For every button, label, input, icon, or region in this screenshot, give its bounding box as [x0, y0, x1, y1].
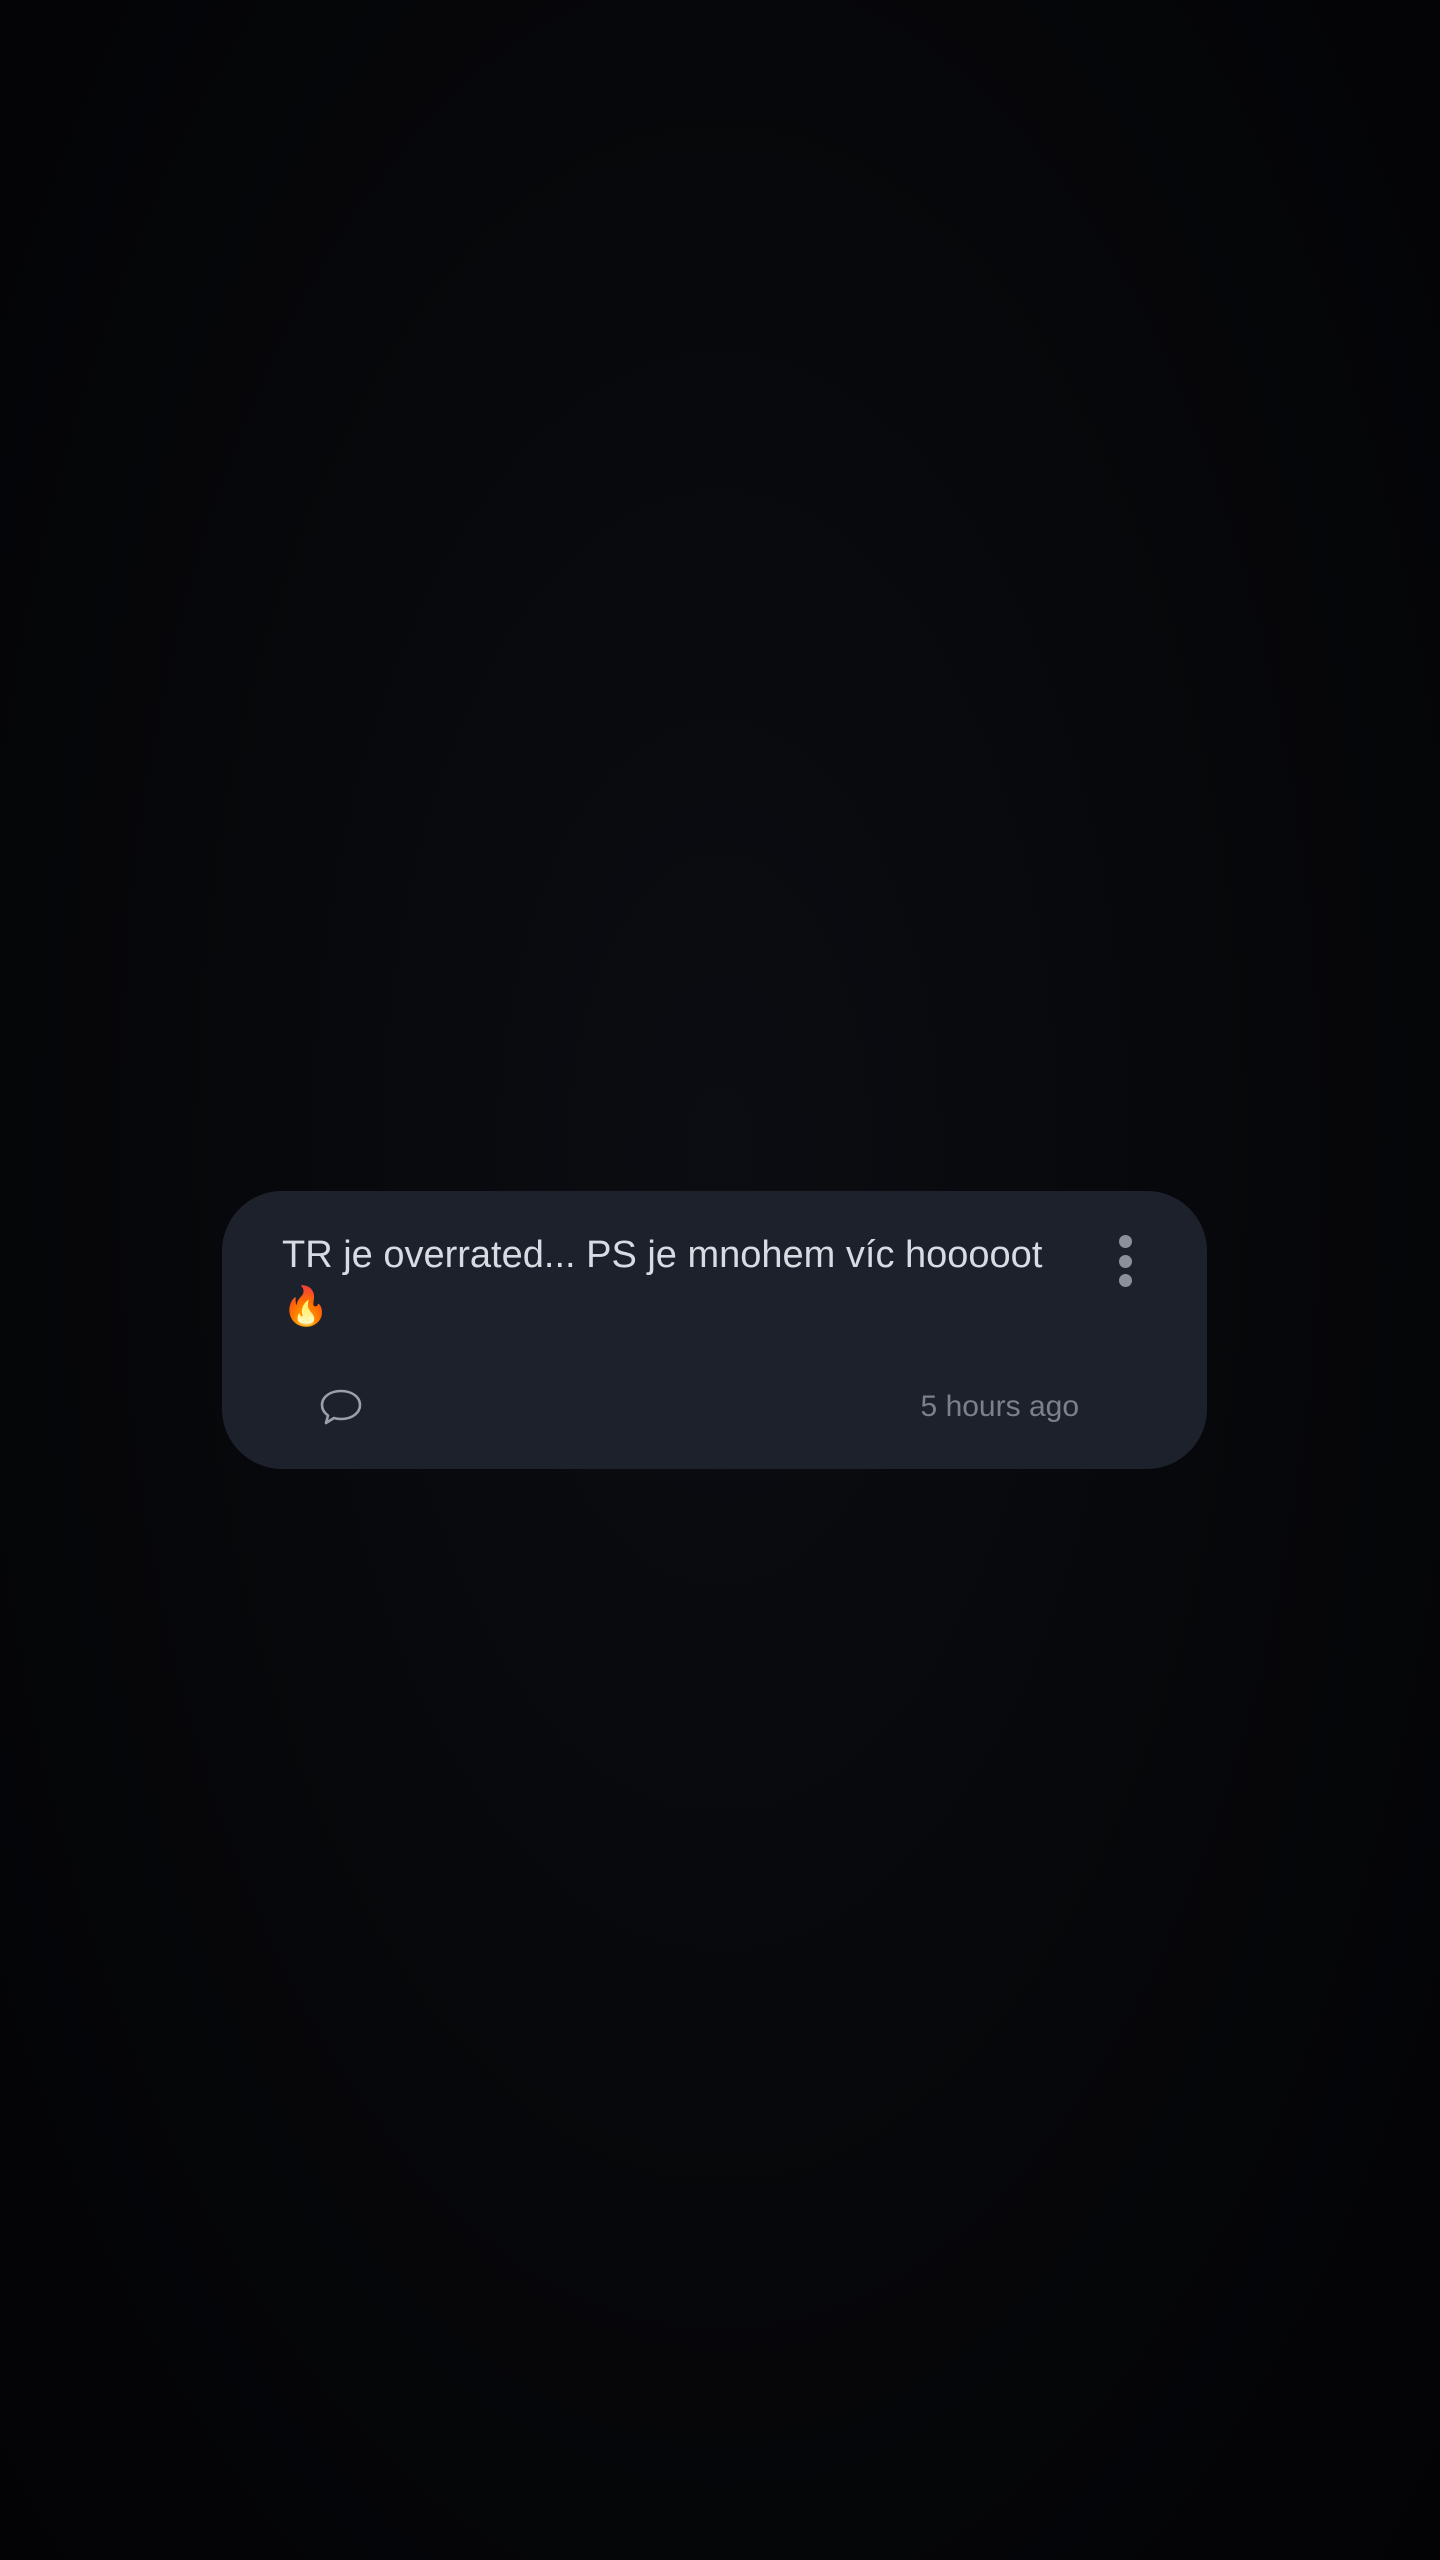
comment-bubble-icon [320, 1389, 362, 1425]
post-card[interactable]: TR je overrated... PS je mnohem víc hooo… [222, 1191, 1207, 1469]
comment-button[interactable] [318, 1387, 364, 1427]
post-text: TR je overrated... PS je mnohem víc hooo… [282, 1234, 1043, 1328]
post-timestamp: 5 hours ago [920, 1390, 1079, 1423]
more-vertical-icon-dot [1118, 1254, 1132, 1268]
screen: TR je overrated... PS je mnohem víc hooo… [0, 0, 1440, 2560]
more-options-button[interactable] [1107, 1231, 1143, 1291]
more-vertical-icon-dot [1118, 1274, 1132, 1287]
more-vertical-icon [1118, 1235, 1132, 1248]
